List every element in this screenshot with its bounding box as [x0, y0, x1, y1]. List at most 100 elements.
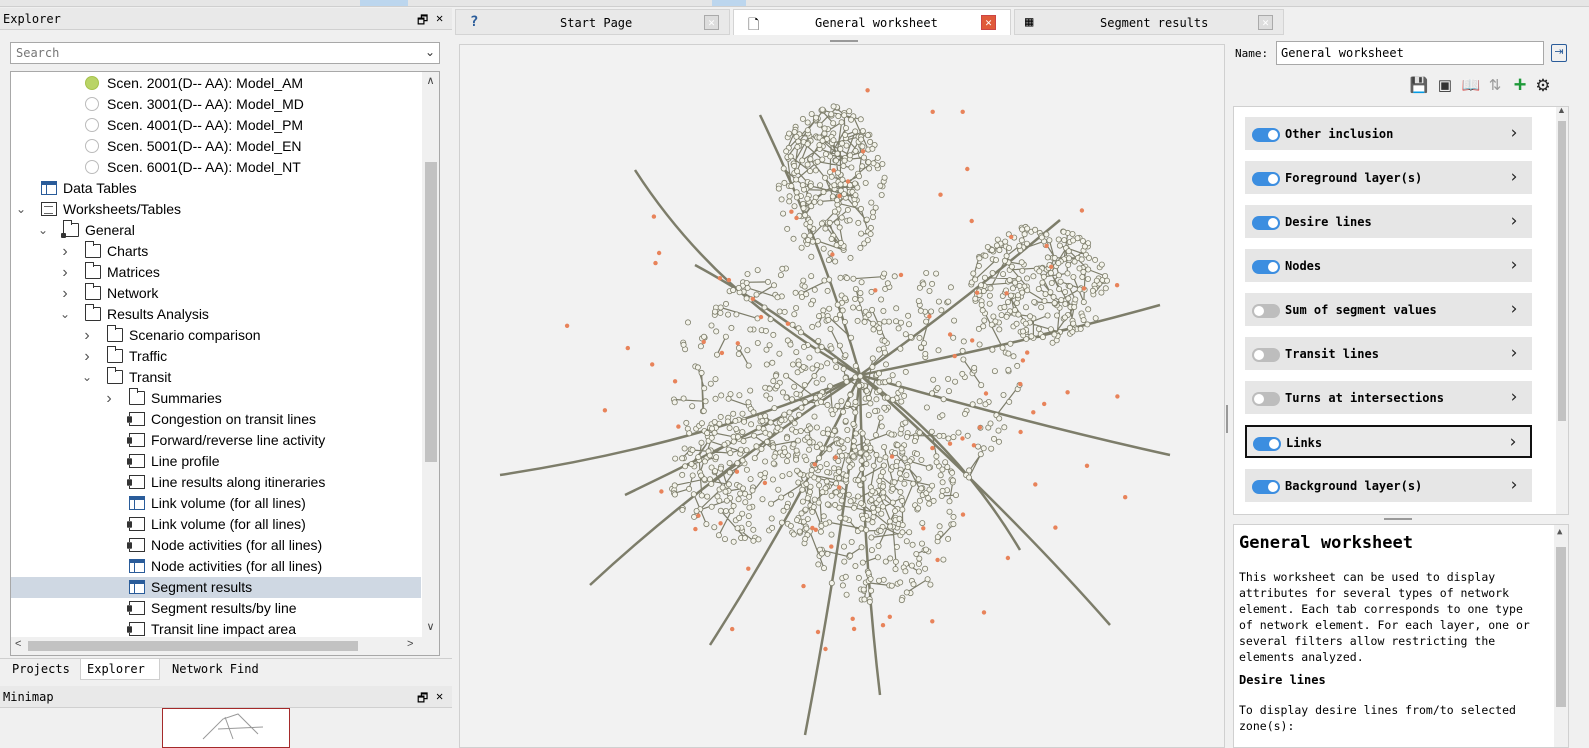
tree-item[interactable]: Line profile: [11, 451, 421, 472]
splitter-handle[interactable]: [830, 40, 858, 42]
gear-icon[interactable]: ⚙: [1533, 76, 1553, 96]
scroll-left-icon[interactable]: <: [15, 638, 21, 650]
scroll-up-icon[interactable]: ∧: [422, 74, 439, 87]
chevron-right-icon[interactable]: ›: [59, 283, 71, 304]
scroll-up-icon[interactable]: ▲: [1557, 107, 1566, 115]
layer-toggle[interactable]: [1252, 172, 1280, 186]
layer-item[interactable]: Transit lines ›: [1245, 337, 1532, 370]
splitter-handle[interactable]: [1384, 518, 1412, 520]
chevron-down-icon[interactable]: ⌄: [81, 367, 93, 388]
scroll-up-icon[interactable]: ▲: [1557, 527, 1562, 537]
layer-item[interactable]: Sum of segment values ›: [1245, 293, 1532, 326]
layer-toggle[interactable]: [1253, 437, 1281, 451]
network-map-view[interactable]: [459, 44, 1225, 748]
chevron-right-icon[interactable]: ›: [1509, 475, 1519, 495]
save-icon[interactable]: 💾: [1409, 76, 1429, 96]
tree-item[interactable]: Segment results: [11, 577, 421, 598]
layer-toggle[interactable]: [1252, 480, 1280, 494]
tree-item[interactable]: Data Tables: [11, 178, 421, 199]
chevron-right-icon[interactable]: ›: [1508, 432, 1518, 452]
chevron-right-icon[interactable]: ›: [1509, 167, 1519, 187]
chevron-right-icon[interactable]: ›: [1509, 123, 1519, 143]
scroll-right-icon[interactable]: >: [407, 638, 413, 650]
tab-network-find[interactable]: Network Find: [166, 659, 265, 680]
tree-vertical-scrollbar[interactable]: ∧ ∨: [422, 72, 439, 637]
tab-segment-results[interactable]: ▦ Segment results ✕: [1014, 9, 1284, 35]
chevron-right-icon[interactable]: ›: [59, 241, 71, 262]
tree-item[interactable]: Scen. 2001(D-- AA): Model_AM: [11, 73, 421, 94]
layer-item[interactable]: Nodes ›: [1245, 249, 1532, 282]
layer-item[interactable]: Background layer(s) ›: [1245, 469, 1532, 502]
layer-list-scrollbar[interactable]: ▲: [1556, 107, 1568, 514]
scrollbar-thumb[interactable]: [1558, 121, 1566, 421]
chevron-right-icon[interactable]: ›: [103, 388, 115, 409]
tree-item[interactable]: Node activities (for all lines): [11, 556, 421, 577]
float-window-icon[interactable]: 🗗: [417, 689, 428, 710]
tree-item[interactable]: Scen. 6001(D-- AA): Model_NT: [11, 157, 421, 178]
float-window-icon[interactable]: 🗗: [417, 11, 428, 32]
tree-item[interactable]: Congestion on transit lines: [11, 409, 421, 430]
toolbar-highlight[interactable]: [360, 0, 408, 6]
tree-item[interactable]: ⌄ Worksheets/Tables: [11, 199, 421, 220]
sort-icon[interactable]: ⇅: [1485, 76, 1505, 96]
save-as-icon[interactable]: ▣: [1435, 76, 1455, 96]
layer-toggle[interactable]: [1252, 260, 1280, 274]
close-tab-icon[interactable]: ✕: [981, 15, 996, 30]
tree-item[interactable]: Link volume (for all lines): [11, 514, 421, 535]
tree-item[interactable]: Segment results/by line: [11, 598, 421, 619]
scrollbar-thumb[interactable]: [425, 162, 437, 462]
chevron-right-icon[interactable]: ›: [1509, 255, 1519, 275]
chevron-right-icon[interactable]: ›: [1509, 387, 1519, 407]
layer-toggle[interactable]: [1252, 216, 1280, 230]
search-box[interactable]: ⌄: [10, 42, 440, 64]
export-icon[interactable]: ⇥: [1551, 44, 1567, 62]
chevron-right-icon[interactable]: ›: [81, 325, 93, 346]
close-tab-icon[interactable]: ✕: [1258, 15, 1273, 30]
worksheet-name-input[interactable]: [1276, 41, 1544, 65]
chevron-right-icon[interactable]: ›: [1509, 343, 1519, 363]
layer-toggle[interactable]: [1252, 128, 1280, 142]
chevron-right-icon[interactable]: ›: [59, 262, 71, 283]
tree-horizontal-scrollbar[interactable]: < >: [11, 637, 439, 655]
layer-item[interactable]: Desire lines ›: [1245, 205, 1532, 238]
chevron-right-icon[interactable]: ›: [1509, 299, 1519, 319]
scrollbar-thumb[interactable]: [28, 641, 358, 651]
tree-item[interactable]: › Summaries: [11, 388, 421, 409]
tree-item[interactable]: Scen. 5001(D-- AA): Model_EN: [11, 136, 421, 157]
search-input[interactable]: [11, 43, 411, 63]
tree-item[interactable]: › Matrices: [11, 262, 421, 283]
layer-item[interactable]: Turns at intersections ›: [1245, 381, 1532, 414]
help-scrollbar[interactable]: ▲: [1554, 525, 1568, 747]
tree-item[interactable]: Scen. 3001(D-- AA): Model_MD: [11, 94, 421, 115]
tree-item[interactable]: › Charts: [11, 241, 421, 262]
chevron-down-icon[interactable]: ⌄: [59, 304, 71, 325]
chevron-down-icon[interactable]: ⌄: [37, 220, 49, 241]
splitter-handle[interactable]: [1226, 405, 1228, 433]
close-icon[interactable]: ✕: [436, 11, 443, 25]
chevron-right-icon[interactable]: ›: [81, 346, 93, 367]
tab-start-page[interactable]: ? Start Page ✕: [455, 9, 730, 35]
tree-item[interactable]: Line results along itineraries: [11, 472, 421, 493]
layer-item[interactable]: Links ›: [1245, 425, 1532, 458]
layer-item[interactable]: Other inclusion ›: [1245, 117, 1532, 150]
tree-item[interactable]: Forward/reverse line activity: [11, 430, 421, 451]
tree-item[interactable]: Scen. 4001(D-- AA): Model_PM: [11, 115, 421, 136]
tab-explorer[interactable]: Explorer: [80, 659, 160, 680]
open-book-icon[interactable]: 📖: [1461, 76, 1481, 96]
layer-toggle[interactable]: [1252, 304, 1280, 318]
layer-toggle[interactable]: [1252, 348, 1280, 362]
scrollbar-thumb[interactable]: [1556, 547, 1566, 707]
tree-item[interactable]: › Network: [11, 283, 421, 304]
tree-item[interactable]: Link volume (for all lines): [11, 493, 421, 514]
layer-item[interactable]: Foreground layer(s) ›: [1245, 161, 1532, 194]
tree-item[interactable]: Node activities (for all lines): [11, 535, 421, 556]
chevron-right-icon[interactable]: ›: [1509, 211, 1519, 231]
network-map-canvas[interactable]: [460, 45, 1225, 748]
layer-toggle[interactable]: [1252, 392, 1280, 406]
minimap-viewport[interactable]: [162, 708, 290, 748]
tab-general-worksheet[interactable]: 🗋 General worksheet ✕: [733, 9, 1011, 35]
close-icon[interactable]: ✕: [436, 689, 443, 703]
close-tab-icon[interactable]: ✕: [704, 15, 719, 30]
toolbar-highlight[interactable]: [712, 0, 746, 6]
tree-item[interactable]: › Traffic: [11, 346, 421, 367]
